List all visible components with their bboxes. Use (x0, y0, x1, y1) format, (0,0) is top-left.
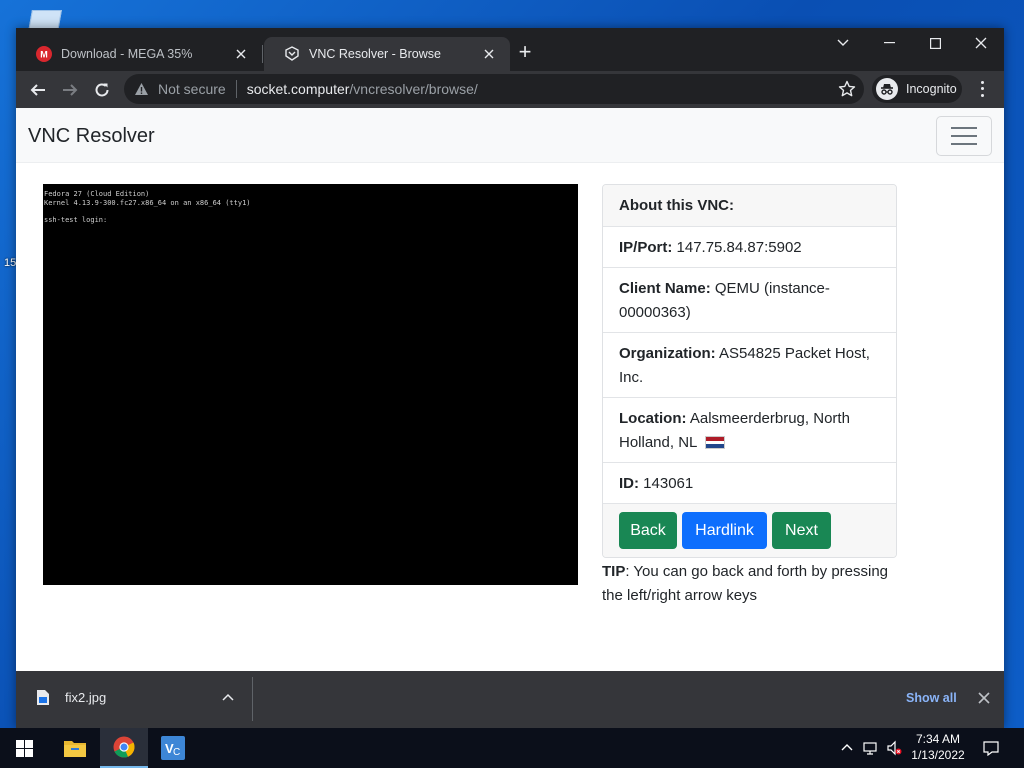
mega-icon: M (36, 46, 52, 62)
image-file-icon (36, 689, 50, 706)
close-tab-icon[interactable] (232, 45, 250, 63)
chrome-icon[interactable] (100, 728, 148, 768)
location-label: Location: (619, 410, 687, 427)
next-button[interactable]: Next (772, 512, 831, 549)
browser-window: M Download - MEGA 35% VNC Resolver - Bro… (16, 28, 1004, 728)
close-download-shelf-icon[interactable] (978, 691, 992, 705)
client-name-row: Client Name: QEMU (instance-00000363) (603, 268, 896, 333)
url-path: /vncresolver/browse/ (349, 81, 478, 97)
show-all-downloads-link[interactable]: Show all (906, 691, 957, 705)
tab-title: Download - MEGA 35% (61, 47, 193, 61)
location-row: Location: Aalsmeerderbrug, North Holland… (603, 398, 896, 463)
chevron-up-icon[interactable] (222, 689, 236, 703)
minimize-button[interactable] (866, 28, 912, 58)
back-button[interactable]: Back (619, 512, 677, 549)
show-hidden-icons-chevron-icon[interactable] (840, 740, 856, 756)
console-line: Fedora 27 (Cloud Edition) (44, 190, 150, 198)
ip-port-value: 147.75.84.87:5902 (676, 239, 802, 256)
desktop-icon-label-fragment: 15 (4, 257, 17, 269)
forward-arrow-icon[interactable] (57, 77, 83, 103)
id-row: ID: 143061 (603, 463, 896, 504)
address-bar[interactable]: Not secure socket.computer/vncresolver/b… (124, 74, 864, 104)
url-host: socket.computer (246, 81, 350, 97)
reload-icon[interactable] (89, 77, 115, 103)
browser-toolbar: Not secure socket.computer/vncresolver/b… (16, 71, 1004, 108)
svg-text:C: C (173, 747, 180, 758)
id-label: ID: (619, 475, 639, 492)
tab-strip: M Download - MEGA 35% VNC Resolver - Bro… (16, 28, 1004, 71)
file-explorer-icon[interactable] (51, 728, 99, 768)
ip-port-label: IP/Port: (619, 239, 673, 256)
warning-icon[interactable] (134, 81, 150, 97)
site-brand[interactable]: VNC Resolver (28, 125, 155, 148)
tip-label: TIP (602, 563, 626, 580)
organization-row: Organization: AS54825 Packet Host, Inc. (603, 333, 896, 398)
notification-center-icon[interactable] (983, 740, 999, 757)
vnc-resolver-icon (284, 46, 300, 62)
incognito-icon (876, 78, 898, 100)
tab-search-chevron-icon[interactable] (820, 28, 866, 58)
clock-date: 1/13/2022 (911, 748, 965, 762)
organization-label: Organization: (619, 345, 716, 362)
ip-port-row: IP/Port: 147.75.84.87:5902 (603, 227, 896, 268)
tab-mega-download[interactable]: M Download - MEGA 35% (16, 37, 262, 71)
maximize-button[interactable] (912, 28, 958, 58)
windows-taskbar: VC 7:34 AM 1/13/2022 (0, 728, 1024, 768)
new-tab-button[interactable]: + (514, 41, 536, 64)
profile-label: Incognito (906, 82, 957, 96)
console-line: Kernel 4.13.9-300.fc27.x86_64 on an x86_… (44, 198, 251, 207)
download-shelf: fix2.jpg Show all (16, 671, 1004, 728)
volume-muted-icon[interactable] (886, 740, 902, 756)
back-arrow-icon[interactable] (25, 77, 51, 103)
network-icon[interactable] (862, 740, 878, 756)
vnc-info-card: About this VNC: IP/Port: 147.75.84.87:59… (602, 184, 897, 558)
card-footer: Back Hardlink Next (603, 504, 896, 557)
download-item[interactable]: fix2.jpg (36, 689, 234, 706)
tab-title: VNC Resolver - Browse (309, 47, 441, 61)
tip-text: TIP: You can go back and forth by pressi… (602, 560, 902, 608)
incognito-profile-button[interactable]: Incognito (872, 75, 962, 103)
bookmark-star-icon[interactable] (838, 80, 856, 98)
clock-time: 7:34 AM (915, 732, 961, 746)
vnc-viewer-icon[interactable]: VC (149, 728, 197, 768)
client-name-label: Client Name: (619, 280, 711, 297)
hardlink-button[interactable]: Hardlink (682, 512, 767, 549)
web-page: VNC Resolver Fedora 27 (Cloud Edition) K… (16, 108, 1004, 671)
site-navbar: VNC Resolver (16, 108, 1004, 163)
netherlands-flag-icon (705, 436, 725, 449)
id-value: 143061 (643, 475, 694, 492)
tip-body: : You can go back and forth by pressing … (602, 563, 889, 604)
vnc-screenshot: Fedora 27 (Cloud Edition) Kernel 4.13.9-… (43, 184, 578, 585)
windows-start-icon[interactable] (0, 728, 48, 768)
download-file-name: fix2.jpg (65, 690, 107, 705)
close-window-button[interactable] (958, 28, 1004, 58)
address-divider (235, 80, 237, 98)
security-label[interactable]: Not secure (158, 81, 226, 97)
svg-text:M: M (40, 50, 48, 60)
console-line: ssh-test login: (44, 215, 108, 224)
tab-vnc-resolver[interactable]: VNC Resolver - Browse (264, 37, 510, 71)
navbar-toggler-button[interactable] (936, 116, 992, 156)
download-divider (252, 677, 253, 721)
card-header: About this VNC: (603, 185, 896, 227)
close-tab-icon[interactable] (480, 45, 498, 63)
menu-kebab-icon[interactable] (974, 79, 990, 99)
system-clock[interactable]: 7:34 AM 1/13/2022 (908, 731, 968, 763)
tab-separator (262, 45, 263, 63)
